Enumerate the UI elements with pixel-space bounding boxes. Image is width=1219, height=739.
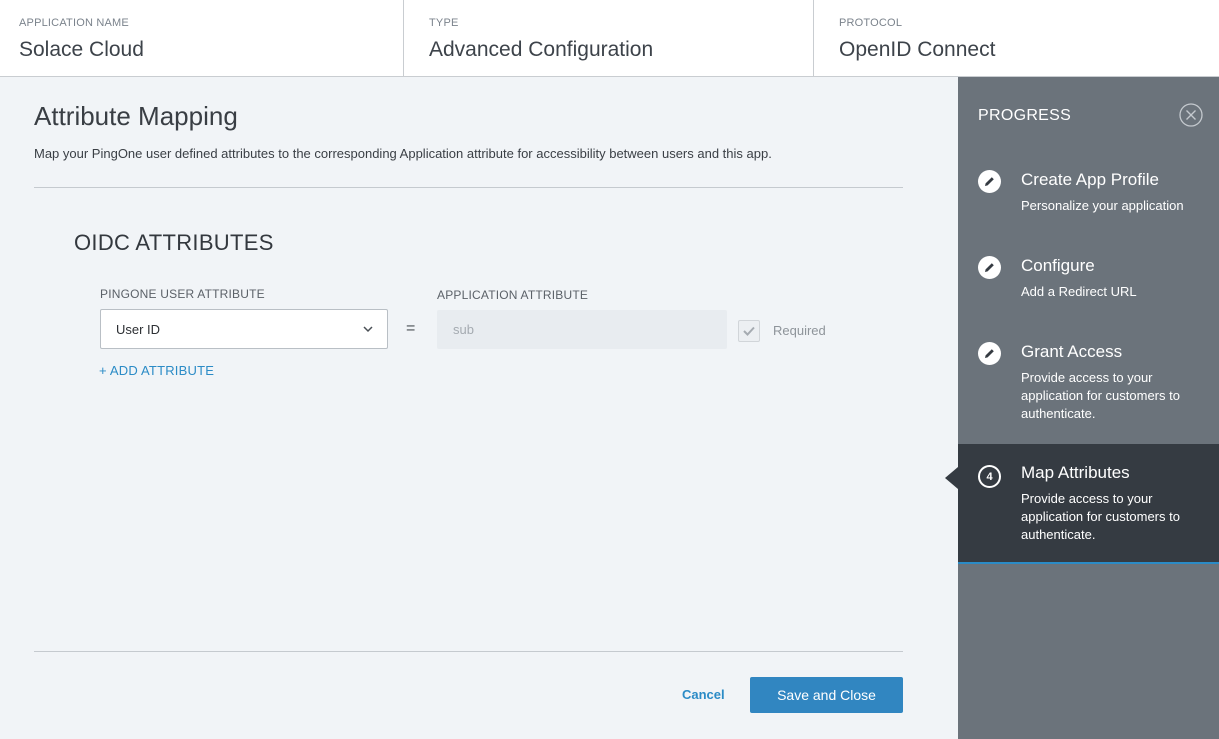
required-checkbox[interactable] xyxy=(738,320,760,342)
application-name-label: APPLICATION NAME xyxy=(19,17,129,29)
page-description: Map your PingOne user defined attributes… xyxy=(34,146,772,161)
type-value: Advanced Configuration xyxy=(429,38,654,61)
application-attribute-column-label: APPLICATION ATTRIBUTE xyxy=(437,288,589,302)
pingone-attribute-selected-value: User ID xyxy=(116,321,161,337)
page-title: Attribute Mapping xyxy=(34,101,238,131)
step-map-attributes[interactable]: 4 Map Attributes Provide access to your … xyxy=(958,444,1219,564)
main-panel: Attribute Mapping Map your PingOne user … xyxy=(0,77,958,739)
progress-title: PROGRESS xyxy=(978,107,1072,124)
pingone-attribute-select[interactable]: User ID xyxy=(100,309,388,349)
cancel-button[interactable]: Cancel xyxy=(682,687,725,702)
step-description: Add a Redirect URL xyxy=(1021,284,1137,299)
step-description: Personalize your application xyxy=(1021,198,1184,213)
required-label: Required xyxy=(773,323,826,338)
pencil-icon xyxy=(978,170,1001,193)
step-number-badge: 4 xyxy=(978,465,1001,488)
pencil-icon xyxy=(978,342,1001,365)
step-title: Grant Access xyxy=(1021,342,1123,361)
header-protocol: PROTOCOL OpenID Connect xyxy=(814,0,1219,76)
add-attribute-link[interactable]: + ADD ATTRIBUTE xyxy=(99,363,214,378)
save-and-close-button[interactable]: Save and Close xyxy=(750,677,903,713)
step-title: Create App Profile xyxy=(1021,170,1159,189)
protocol-label: PROTOCOL xyxy=(839,17,903,29)
app-header: APPLICATION NAME Solace Cloud TYPE Advan… xyxy=(0,0,1219,77)
top-divider xyxy=(34,187,903,188)
step-description: Provide access to your application for c… xyxy=(1021,370,1180,421)
header-type: TYPE Advanced Configuration xyxy=(404,0,814,76)
application-attribute-field: sub xyxy=(437,310,727,349)
protocol-value: OpenID Connect xyxy=(839,38,996,61)
progress-sidebar: PROGRESS Create App Profile Personalize … xyxy=(958,77,1219,739)
application-name-value: Solace Cloud xyxy=(19,38,144,61)
chevron-down-icon xyxy=(363,326,373,333)
close-icon[interactable] xyxy=(1179,103,1203,127)
application-attribute-value: sub xyxy=(453,322,474,337)
type-label: TYPE xyxy=(429,17,459,29)
step-title: Configure xyxy=(1021,256,1095,275)
step-description: Provide access to your application for c… xyxy=(1021,491,1180,542)
pencil-icon xyxy=(978,256,1001,279)
active-step-pointer xyxy=(945,467,958,489)
checkmark-icon xyxy=(743,326,755,336)
step-title: Map Attributes xyxy=(1021,463,1130,482)
bottom-divider xyxy=(34,651,903,652)
header-application-name: APPLICATION NAME Solace Cloud xyxy=(0,0,404,76)
equals-sign: = xyxy=(406,320,416,337)
section-title: OIDC ATTRIBUTES xyxy=(74,230,274,255)
pingone-attribute-column-label: PINGONE USER ATTRIBUTE xyxy=(100,287,265,301)
